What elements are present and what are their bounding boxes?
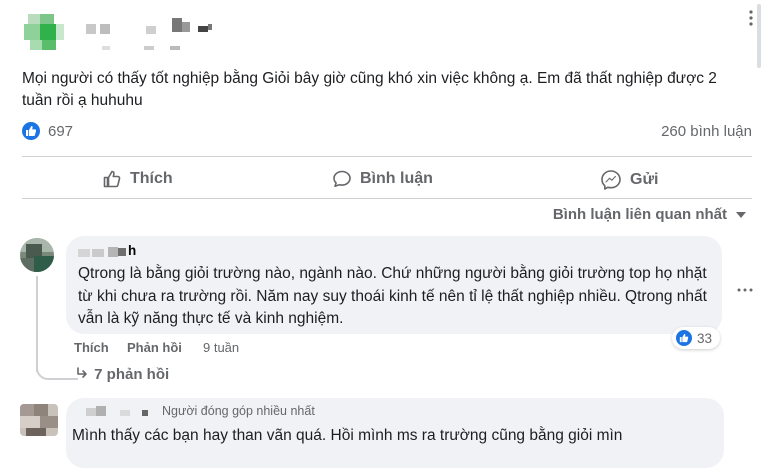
comment1-text: Qtrong là bằng giỏi trường nào, ngành nà… (78, 265, 707, 327)
comment1-timestamp[interactable]: 9 tuần (203, 340, 239, 355)
poster-name-blurred[interactable] (86, 18, 226, 54)
comment2-avatar[interactable] (20, 404, 58, 436)
top-contributor-label: Người đóng góp nhiều nhất (162, 404, 315, 418)
blurred-avatar-image (20, 404, 58, 436)
reply-arrow-icon (76, 366, 90, 383)
pixelated-avatar-image (22, 10, 66, 54)
comment-sort-dropdown[interactable]: Bình luận liên quan nhất (553, 206, 747, 223)
thumbs-up-icon (103, 170, 121, 188)
poster-avatar[interactable] (22, 10, 66, 54)
post-stats: 697 260 bình luận (22, 122, 752, 142)
messenger-icon (601, 170, 621, 190)
comment1-author-fragment: h (128, 243, 137, 258)
like-button[interactable]: Thích (102, 169, 173, 189)
like-reaction-icon (676, 330, 692, 346)
like-reaction-icon (22, 122, 40, 141)
comment1-reaction-count: 33 (697, 330, 713, 346)
post-action-bar: Thích Bình luận Gửi (22, 162, 752, 196)
like-button-label: Thích (130, 170, 173, 187)
comment-bubble-icon (333, 170, 351, 187)
top-contributor-badge: Người đóng góp nhiều nhất (162, 404, 315, 418)
comment-button-label: Bình luận (360, 170, 433, 187)
send-button-label: Gửi (630, 171, 659, 188)
view-replies-label: 7 phản hồi (94, 366, 170, 383)
comment1-reactions[interactable]: 33 (672, 327, 721, 349)
comment-button[interactable]: Bình luận (332, 169, 433, 189)
comment-count[interactable]: 260 bình luận (661, 123, 752, 140)
scrollbar[interactable] (756, 0, 762, 70)
comment1-author[interactable]: h (78, 243, 158, 260)
divider-top (22, 156, 752, 157)
comment2-text: Mình thấy các bạn hay than vãn quá. Hồi … (72, 427, 623, 444)
like-count[interactable]: 697 (48, 123, 73, 140)
comment1-reply-link[interactable]: Phản hồi (127, 340, 182, 355)
comment2-author[interactable] (86, 404, 156, 420)
comment1-avatar[interactable] (20, 238, 54, 272)
divider-bottom (22, 198, 752, 199)
thread-curve (36, 356, 78, 380)
send-button[interactable]: Gửi (600, 169, 658, 191)
view-replies-link[interactable]: 7 phản hồi (76, 366, 169, 383)
caret-down-icon (736, 211, 746, 218)
post-text: Mọi người có thấy tốt nghiệp bằng Giỏi b… (22, 70, 717, 109)
comment1-like-link[interactable]: Thích (74, 340, 109, 355)
comment1-options-icon[interactable] (736, 282, 754, 292)
blurred-avatar-image (20, 238, 54, 272)
sort-label: Bình luận liên quan nhất (552, 206, 727, 223)
